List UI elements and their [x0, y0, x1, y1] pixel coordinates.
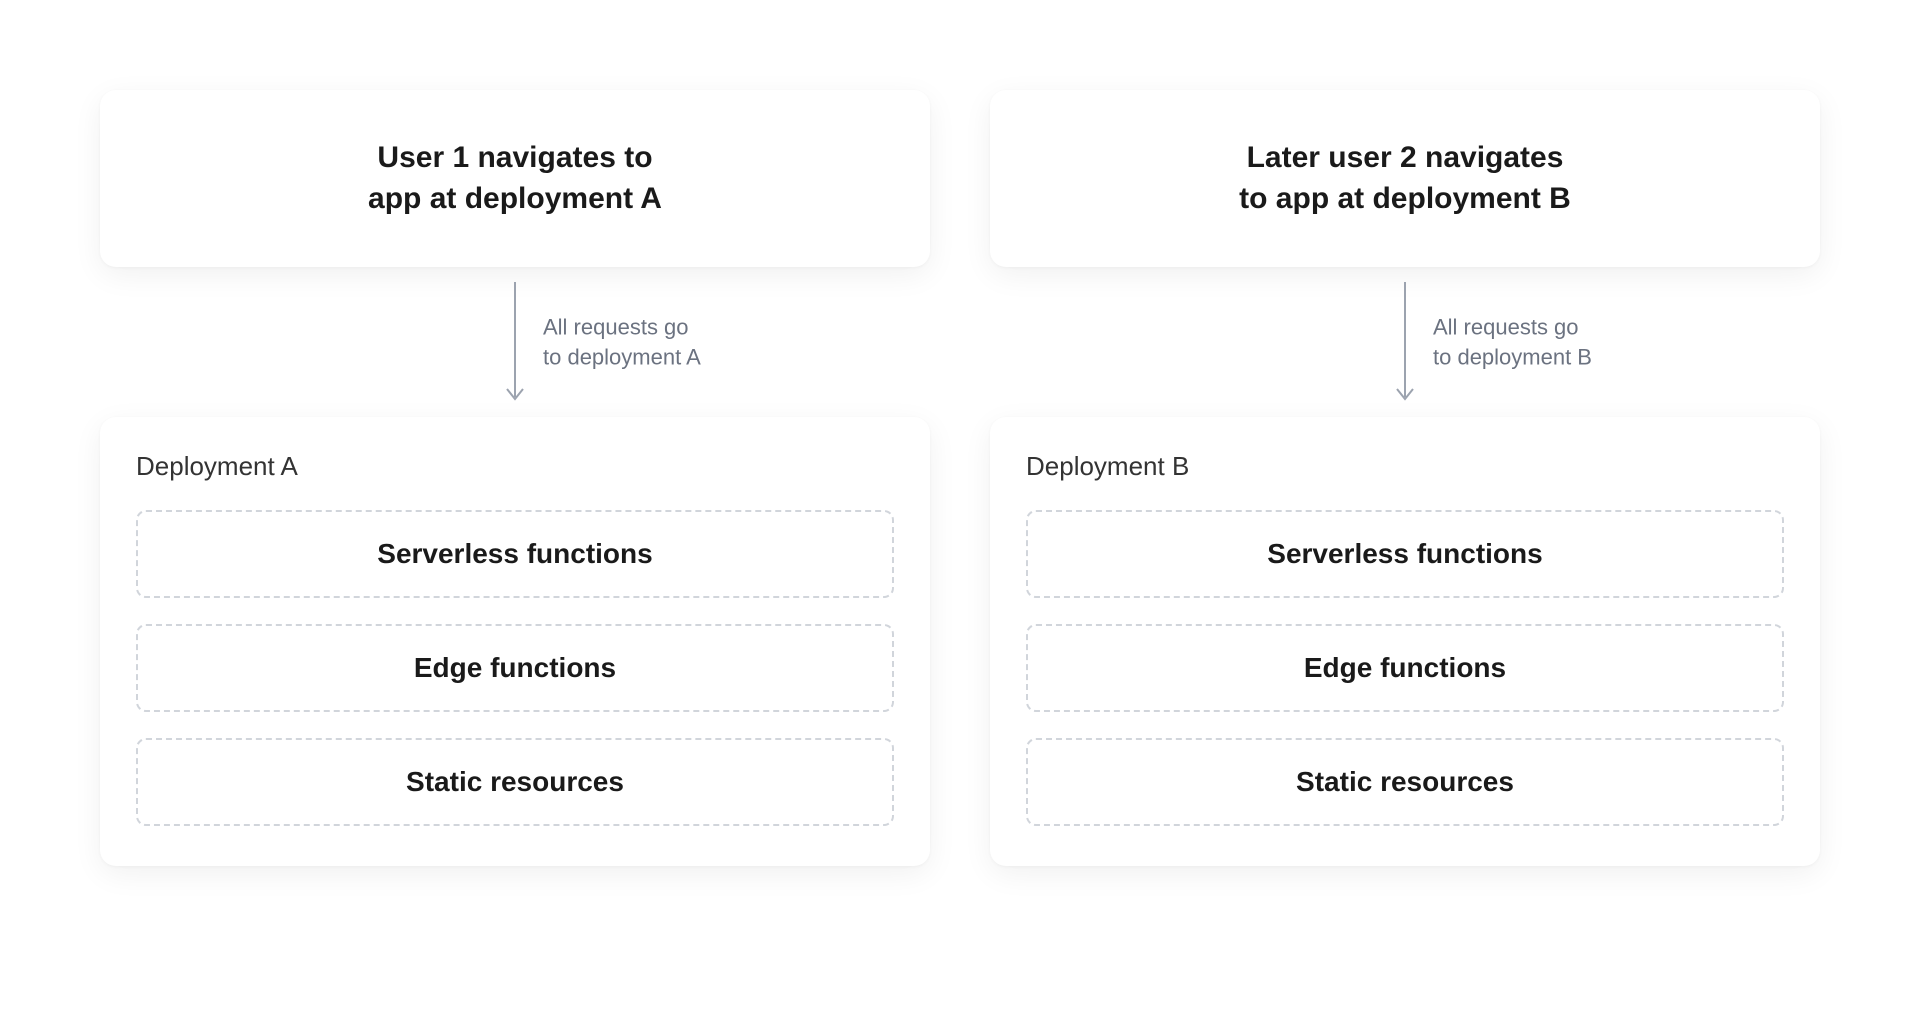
user-card-b-text: Later user 2 navigates to app at deploym…	[1239, 138, 1571, 219]
resource-serverless-a: Serverless functions	[136, 510, 894, 598]
resource-edge-b: Edge functions	[1026, 624, 1784, 712]
column-deployment-a: User 1 navigates to app at deployment A …	[100, 90, 930, 866]
arrow-label-b: All requests go to deployment B	[1433, 312, 1592, 371]
arrow-block-b: All requests go to deployment B	[990, 267, 1820, 417]
column-deployment-b: Later user 2 navigates to app at deploym…	[990, 90, 1820, 866]
resource-edge-a: Edge functions	[136, 624, 894, 712]
arrow-label-a: All requests go to deployment A	[543, 312, 701, 371]
user-card-a-text: User 1 navigates to app at deployment A	[368, 138, 662, 219]
resource-serverless-b: Serverless functions	[1026, 510, 1784, 598]
user-card-b: Later user 2 navigates to app at deploym…	[990, 90, 1820, 267]
deployment-routing-diagram: User 1 navigates to app at deployment A …	[100, 90, 1820, 866]
arrow-down-icon	[503, 277, 527, 407]
deployment-title-a: Deployment A	[136, 451, 894, 482]
deployment-title-b: Deployment B	[1026, 451, 1784, 482]
arrow-down-icon	[1393, 277, 1417, 407]
resource-static-b: Static resources	[1026, 738, 1784, 826]
resource-static-a: Static resources	[136, 738, 894, 826]
deployment-card-b: Deployment B Serverless functions Edge f…	[990, 417, 1820, 866]
arrow-block-a: All requests go to deployment A	[100, 267, 930, 417]
deployment-card-a: Deployment A Serverless functions Edge f…	[100, 417, 930, 866]
user-card-a: User 1 navigates to app at deployment A	[100, 90, 930, 267]
